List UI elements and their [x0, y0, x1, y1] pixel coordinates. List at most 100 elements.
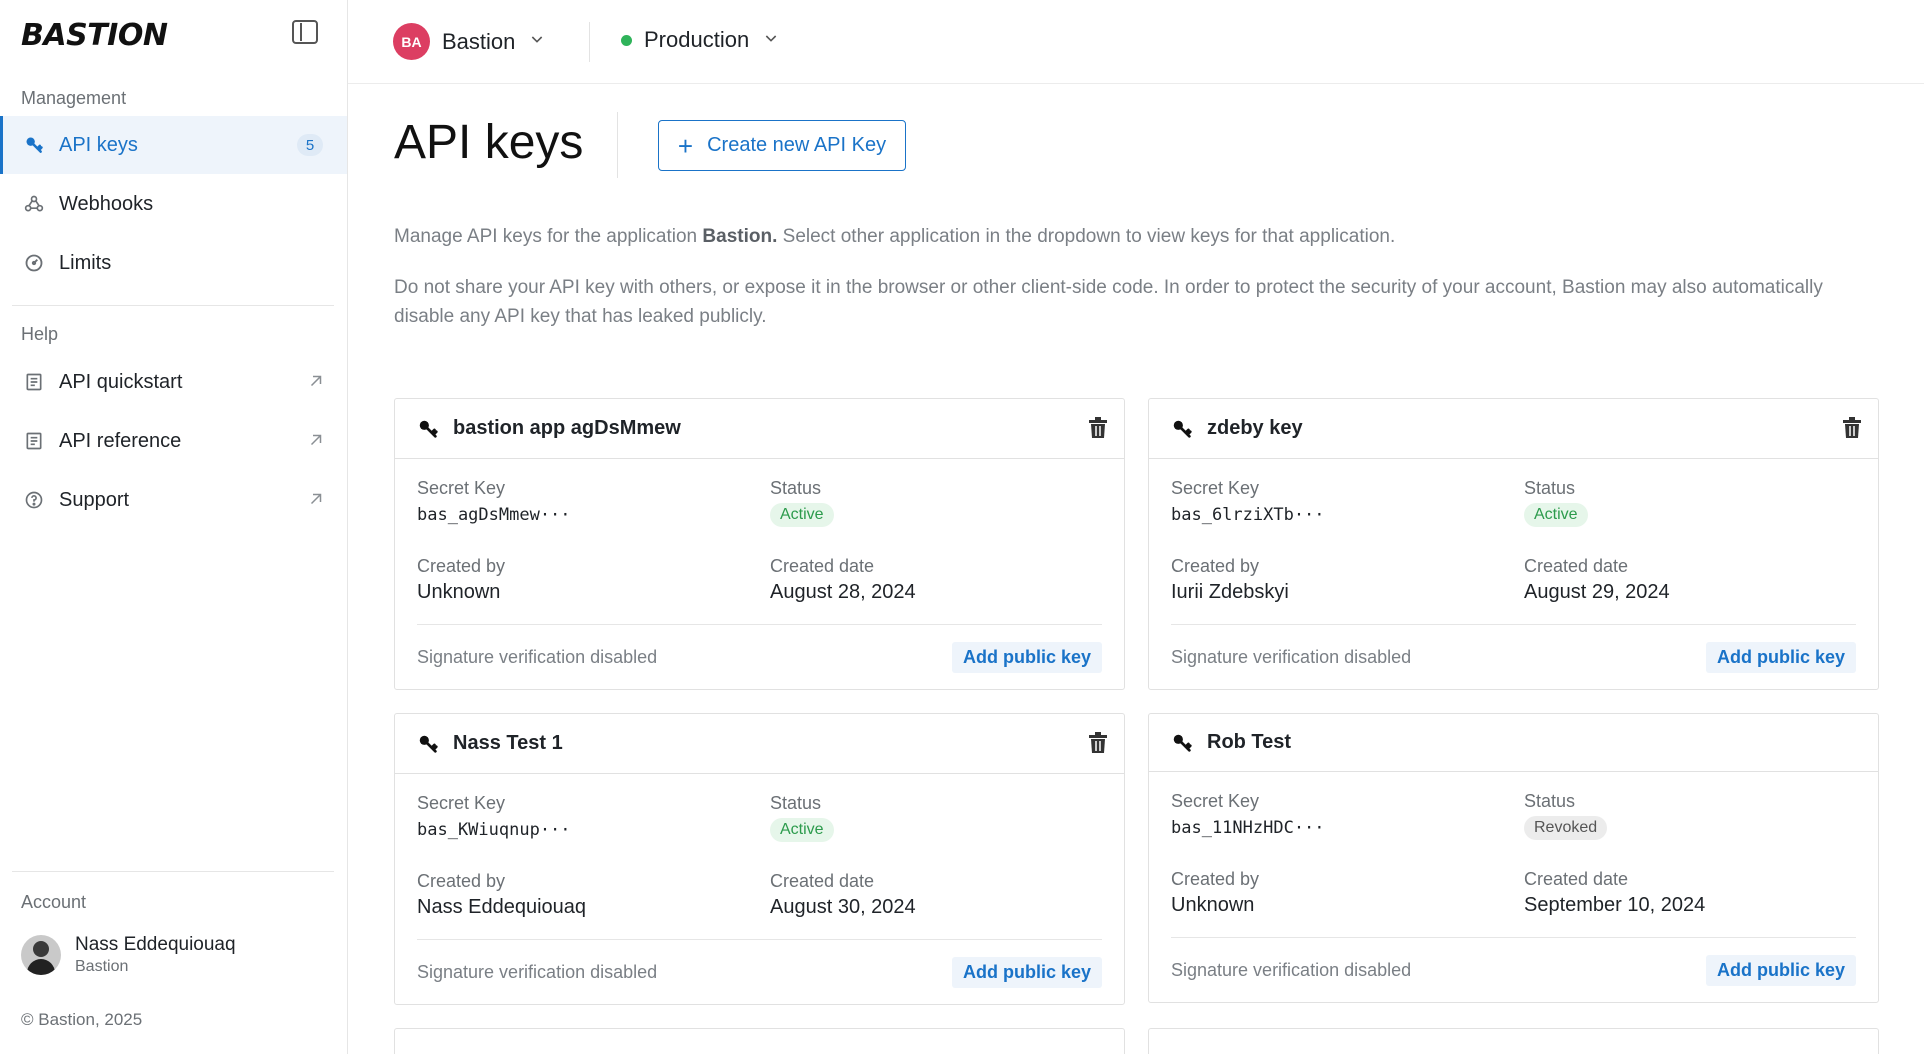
key-icon — [417, 418, 439, 440]
secret-key-value: bas_11NHzHDC··· — [1171, 818, 1325, 838]
trash-icon[interactable] — [1088, 732, 1108, 759]
created-date-label: Created date — [1524, 869, 1629, 889]
sidebar: BASTION Management API keys 5 Webhooks L… — [0, 0, 348, 1054]
copyright: © Bastion, 2025 — [21, 1010, 143, 1029]
status-badge: Active — [770, 818, 834, 842]
sidebar-item-label: API keys — [59, 133, 138, 156]
key-icon — [1171, 732, 1193, 754]
account-org: Bastion — [75, 958, 129, 975]
sidebar-item-api-reference[interactable]: API reference — [0, 412, 347, 470]
sidebar-item-limits[interactable]: Limits — [0, 234, 347, 292]
book-icon — [23, 430, 45, 452]
api-key-card: zdeby key Secret Key bas_6lrziXTb··· Sta… — [1148, 398, 1879, 690]
signature-status-text: Signature verification disabled — [417, 647, 658, 667]
environment-dropdown[interactable]: Production — [621, 27, 779, 53]
bastion-logo[interactable]: BASTION — [21, 18, 168, 53]
sidebar-item-support[interactable]: Support — [0, 471, 347, 529]
api-key-name: zdeby key — [1207, 417, 1303, 439]
topbar-divider — [589, 22, 590, 62]
created-date-value: August 30, 2024 — [770, 896, 916, 918]
key-icon — [417, 733, 439, 755]
card-divider — [1171, 937, 1856, 938]
card-divider — [417, 939, 1102, 940]
secret-key-value: bas_KWiuqnup··· — [417, 820, 571, 840]
environment-status-dot — [621, 34, 632, 46]
created-by-value: Nass Eddequiouaq — [417, 896, 587, 918]
signature-status-text: Signature verification disabled — [417, 962, 658, 982]
plus-icon: + — [677, 130, 694, 161]
created-by-value: Iurii Zdebskyi — [1171, 581, 1289, 603]
created-by-label: Created by — [1171, 556, 1260, 576]
status-label: Status — [1524, 791, 1576, 811]
add-public-key-button[interactable]: Add public key — [951, 957, 1102, 988]
secret-key-value: bas_6lrziXTb··· — [1171, 505, 1325, 525]
status-label: Status — [770, 793, 822, 813]
secret-key-label: Secret Key — [417, 478, 506, 498]
sidebar-item-label: API quickstart — [59, 370, 183, 393]
api-key-card: Nass Test 1 Secret Key bas_KWiuqnup··· S… — [394, 713, 1125, 1005]
management-section-label: Management — [21, 88, 127, 108]
status-badge: Active — [1524, 503, 1588, 527]
key-icon — [1171, 418, 1193, 440]
created-by-value: Unknown — [417, 581, 501, 603]
application-name-bold: Bastion. — [702, 226, 778, 247]
sidebar-item-api-keys[interactable]: API keys 5 — [0, 116, 347, 174]
sidebar-item-label: Limits — [59, 251, 112, 274]
sidebar-divider — [12, 871, 334, 872]
description-text: Manage API keys for the application — [394, 226, 703, 247]
chevron-down-icon — [529, 31, 545, 52]
signature-status-text: Signature verification disabled — [1171, 960, 1412, 980]
created-date-value: August 28, 2024 — [770, 581, 916, 603]
account-section-label: Account — [21, 892, 87, 912]
created-by-label: Created by — [417, 556, 506, 576]
webhook-icon — [23, 193, 45, 215]
api-key-name: bastion app agDsMmew — [453, 417, 681, 439]
sidebar-item-api-quickstart[interactable]: API quickstart — [0, 353, 347, 411]
application-dropdown[interactable]: BA Bastion — [393, 23, 545, 60]
key-icon — [23, 134, 45, 156]
description-security-warning: Do not share your API key with others, o… — [394, 277, 1823, 327]
add-public-key-button[interactable]: Add public key — [1705, 955, 1856, 986]
api-key-name: Rob Test — [1207, 731, 1292, 753]
status-label: Status — [1524, 478, 1576, 498]
card-divider — [1171, 624, 1856, 625]
avatar — [21, 935, 61, 975]
sidebar-item-label: API reference — [59, 429, 182, 452]
description-application: Manage API keys for the application Bast… — [394, 222, 1884, 251]
secret-key-value: bas_agDsMmew··· — [417, 505, 571, 525]
top-bar: BA Bastion Production — [348, 0, 1924, 84]
api-key-card-partial — [394, 1028, 1125, 1054]
app-name: Bastion — [442, 28, 516, 54]
sidebar-item-webhooks[interactable]: Webhooks — [0, 175, 347, 233]
trash-icon[interactable] — [1088, 417, 1108, 444]
add-public-key-button[interactable]: Add public key — [951, 642, 1102, 673]
app-avatar: BA — [393, 23, 430, 60]
external-link-icon — [307, 490, 325, 514]
add-public-key-button[interactable]: Add public key — [1705, 642, 1856, 673]
api-keys-count-badge: 5 — [297, 134, 323, 156]
chevron-down-icon — [763, 30, 779, 51]
description-text: Select other application in the dropdown… — [777, 226, 1396, 247]
api-key-card-partial — [1148, 1028, 1879, 1054]
signature-status-text: Signature verification disabled — [1171, 647, 1412, 667]
sidebar-divider — [12, 305, 334, 306]
status-badge: Revoked — [1524, 816, 1608, 840]
account-name: Nass Eddequiouaq — [75, 934, 236, 955]
gauge-icon — [23, 252, 45, 274]
secret-key-label: Secret Key — [1171, 478, 1260, 498]
created-date-value: September 10, 2024 — [1524, 894, 1706, 916]
created-date-value: August 29, 2024 — [1524, 581, 1670, 603]
create-api-key-button[interactable]: + Create new API Key — [658, 120, 906, 171]
account-menu[interactable]: Nass Eddequiouaq Bastion — [21, 934, 236, 976]
sidebar-collapse-button[interactable] — [292, 20, 318, 44]
book-icon — [23, 371, 45, 393]
trash-icon[interactable] — [1842, 417, 1862, 444]
created-by-value: Unknown — [1171, 894, 1255, 916]
sidebar-item-label: Webhooks — [59, 192, 154, 215]
external-link-icon — [307, 431, 325, 455]
environment-name: Production — [644, 27, 750, 52]
external-link-icon — [307, 372, 325, 396]
help-section-label: Help — [21, 324, 59, 344]
page-title: API keys — [394, 116, 584, 169]
sidebar-item-label: Support — [59, 488, 130, 511]
